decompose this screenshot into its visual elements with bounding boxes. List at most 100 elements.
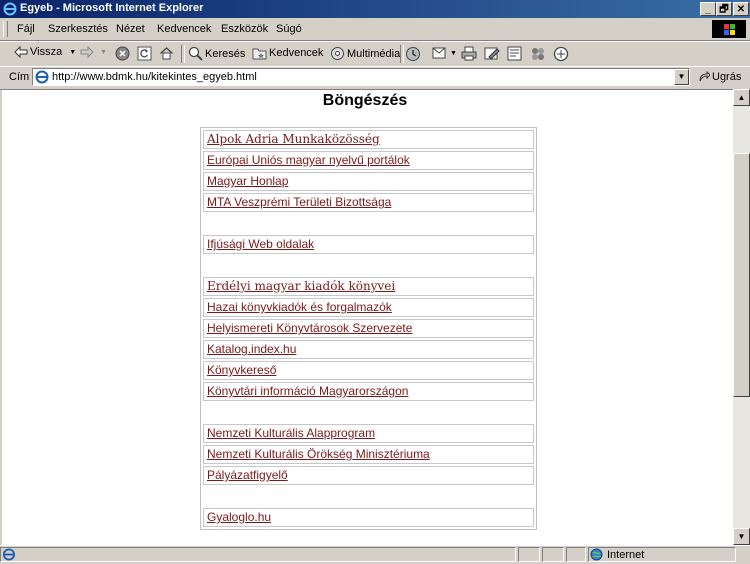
toolbar-separator (400, 45, 404, 63)
edit-icon (484, 47, 500, 60)
link-magyar-honlap[interactable]: Magyar Honlap (207, 174, 288, 188)
table-row: Könyvtári információ Magyarországon (203, 382, 534, 401)
address-input[interactable]: http://www.bdmk.hu/kitekintes_egyeb.html… (32, 68, 690, 86)
restore-button[interactable]: 🗗 (716, 2, 732, 16)
history-button[interactable] (405, 46, 421, 62)
vertical-scrollbar[interactable]: ▲ ▼ (733, 89, 750, 545)
internet-globe-icon (590, 548, 603, 561)
discuss-icon (507, 46, 522, 61)
link-mta-veszprem[interactable]: MTA Veszprémi Területi Bizottsága (207, 195, 391, 209)
link-nka[interactable]: Nemzeti Kulturális Alapprogram (207, 426, 375, 440)
ie-logo-icon (3, 2, 17, 16)
page-icon (35, 70, 49, 84)
scroll-down-icon[interactable]: ▼ (733, 528, 750, 545)
search-label: Keresés (205, 47, 246, 60)
forward-button[interactable]: ▼ (80, 46, 107, 58)
security-zone: Internet (590, 548, 644, 561)
address-url: http://www.bdmk.hu/kitekintes_egyeb.html (52, 71, 257, 83)
home-button[interactable] (159, 46, 174, 61)
scroll-thumb[interactable] (733, 153, 750, 397)
link-eu-portalok[interactable]: Európai Uniós magyar nyelvű portálok (207, 153, 410, 167)
menu-edit[interactable]: Szerkesztés (48, 23, 108, 35)
search-icon (188, 46, 203, 61)
go-button[interactable]: Ugrás (698, 71, 741, 83)
back-dropdown-icon[interactable]: ▼ (69, 49, 76, 56)
link-erdelyi-kiadok[interactable]: Erdélyi magyar kiadók könyvei (207, 279, 395, 293)
address-dropdown-icon[interactable]: ▼ (674, 69, 689, 85)
toolbar-grip[interactable] (3, 21, 8, 37)
table-row: Nemzeti Kulturális Alapprogram (203, 424, 534, 443)
home-icon (160, 47, 173, 60)
menu-bar: Fájl Szerkesztés Nézet Kedvencek Eszközö… (0, 18, 750, 41)
print-button[interactable] (461, 46, 477, 61)
toolbar-separator (181, 45, 185, 63)
link-konyvkereso[interactable]: Könyvkereső (207, 363, 276, 377)
media-label: Multimédia (347, 47, 401, 60)
table-row: Katalog.index.hu (203, 340, 534, 359)
messenger-icon (532, 48, 544, 60)
search-button[interactable]: Keresés (188, 46, 245, 61)
back-button[interactable]: Vissza ▼ (14, 46, 76, 58)
forward-arrow-icon (80, 46, 94, 58)
media-button[interactable]: Multimédia (330, 46, 400, 61)
favorites-label: Kedvencek (269, 47, 324, 59)
menu-file[interactable]: Fájl (17, 23, 35, 35)
link-alpok-adria[interactable]: Alpok Adria Munkaközösség (207, 132, 380, 146)
status-cell (542, 547, 564, 562)
link-palyazatfigyelo[interactable]: Pályázatfigyelő (207, 468, 288, 482)
menu-tools[interactable]: Eszközök (221, 23, 268, 35)
table-row: Könyvkereső (203, 361, 534, 380)
page-content: Böngészés Alpok Adria Munkaközösség Euró… (2, 89, 733, 546)
menu-view[interactable]: Nézet (116, 23, 145, 35)
link-konyvtari-info[interactable]: Könyvtári információ Magyarországon (207, 384, 408, 398)
table-row-blank (203, 214, 534, 233)
scroll-up-icon[interactable]: ▲ (733, 89, 750, 106)
table-row: Erdélyi magyar kiadók könyvei (203, 277, 534, 296)
favorites-button[interactable]: Kedvencek (252, 46, 323, 60)
zone-label: Internet (607, 548, 645, 561)
mail-button[interactable]: ▼ (432, 46, 457, 60)
table-row: Magyar Honlap (203, 172, 534, 191)
address-bar: Cím http://www.bdmk.hu/kitekintes_egyeb.… (0, 66, 750, 90)
link-nkom[interactable]: Nemzeti Kulturális Örökség Minisztériuma (207, 447, 430, 461)
go-arrow-icon (699, 71, 710, 82)
messenger-button[interactable] (530, 46, 546, 62)
table-row: Ifjúsági Web oldalak (203, 235, 534, 254)
minimize-button[interactable]: _ (700, 2, 716, 16)
refresh-icon (137, 46, 152, 61)
refresh-button[interactable] (137, 46, 152, 61)
table-row: Európai Uniós magyar nyelvű portálok (203, 151, 534, 170)
mail-dropdown-icon[interactable]: ▼ (450, 50, 457, 57)
link-table: Alpok Adria Munkaközösség Európai Uniós … (200, 127, 537, 530)
status-bar: Internet (0, 545, 750, 564)
link-katalog-index[interactable]: Katalog.index.hu (207, 342, 296, 356)
favorites-folder-icon (252, 48, 267, 60)
table-row: Gyaloglo.hu (203, 508, 534, 527)
link-helyismereti[interactable]: Helyismereti Könyvtárosok Szervezete (207, 321, 412, 335)
history-icon (406, 47, 420, 61)
table-row: Pályázatfigyelő (203, 466, 534, 485)
link-gyaloglo[interactable]: Gyaloglo.hu (207, 510, 271, 524)
media-icon (331, 47, 344, 60)
standard-toolbar: Vissza ▼ ▼ Keresés Kedvencek Multimédia … (0, 41, 750, 67)
mail-icon (432, 47, 446, 59)
back-arrow-icon (14, 46, 28, 58)
page-heading: Böngészés (322, 92, 408, 109)
go-label: Ugrás (712, 71, 742, 83)
menu-help[interactable]: Súgó (276, 23, 302, 35)
title-bar: Egyeb - Microsoft Internet Explorer _ 🗗 … (0, 0, 750, 18)
table-row-blank (203, 403, 534, 422)
discuss-button[interactable] (507, 46, 523, 61)
forward-dropdown-icon[interactable]: ▼ (100, 49, 107, 56)
research-icon (553, 46, 569, 62)
table-row: Nemzeti Kulturális Örökség Minisztériuma (203, 445, 534, 464)
table-row-blank (203, 487, 534, 506)
address-label: Cím (9, 71, 30, 83)
link-hazai-konyvkiadok[interactable]: Hazai könyvkiadók és forgalmazók (207, 300, 392, 314)
link-ifjusagi-web[interactable]: Ifjúsági Web oldalak (207, 237, 314, 251)
stop-button[interactable] (115, 46, 130, 61)
menu-favorites[interactable]: Kedvencek (157, 23, 211, 35)
research-button[interactable] (553, 46, 569, 62)
close-button[interactable]: ✕ (733, 2, 749, 16)
edit-button[interactable] (484, 46, 500, 61)
